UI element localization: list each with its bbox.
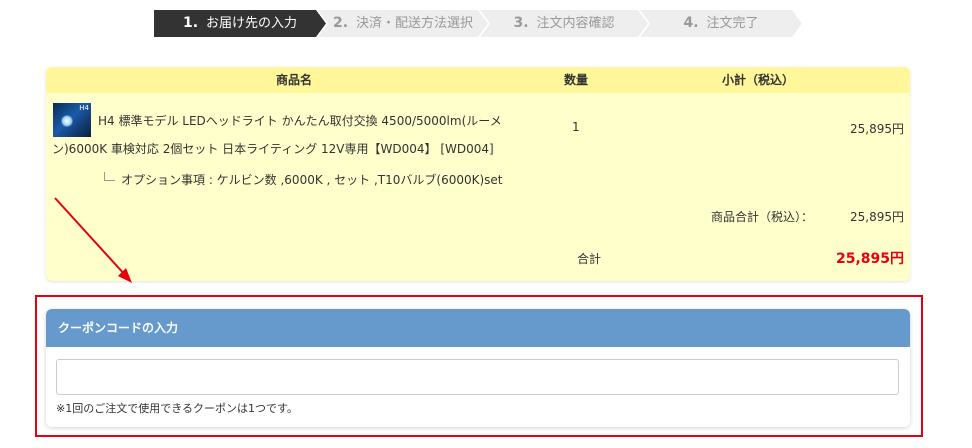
- coupon-code-input[interactable]: [56, 359, 899, 395]
- arrow-line: [54, 197, 127, 277]
- coupon-note: ※1回のご注文で使用できるクーポンは1つです。: [56, 402, 298, 415]
- coupon-panel: クーポンコードの入力 ※1回のご注文で使用できるクーポンは1つです。: [46, 309, 910, 427]
- coupon-title: クーポンコードの入力: [46, 309, 910, 347]
